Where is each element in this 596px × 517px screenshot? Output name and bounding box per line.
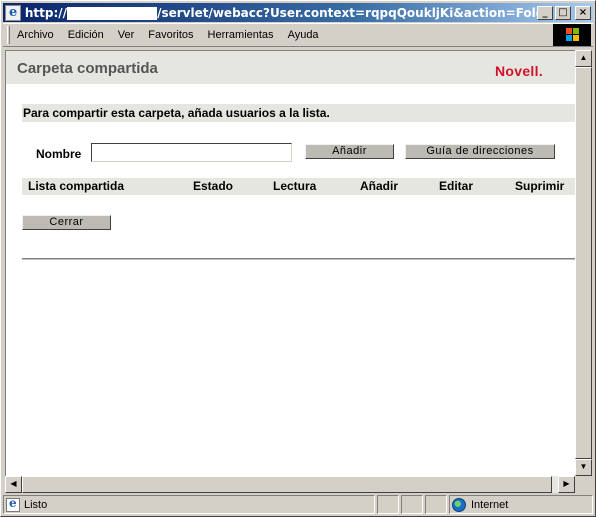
menu-edicion[interactable]: Edición	[61, 29, 111, 41]
page-status-icon	[6, 496, 20, 512]
name-input[interactable]	[91, 143, 292, 162]
minimize-button[interactable]: _	[537, 5, 553, 20]
title-bar[interactable]: http:///servlet/webacc?User.context=rqpq…	[3, 3, 593, 22]
close-button[interactable]: Cerrar	[22, 215, 111, 230]
menu-ver[interactable]: Ver	[111, 29, 142, 41]
horizontal-scrollbar[interactable]: ◀ ▶	[5, 476, 575, 493]
menu-herramientas[interactable]: Herramientas	[201, 29, 281, 41]
column-shared-list: Lista compartida	[28, 179, 125, 193]
menu-bar: Archivo Edición Ver Favoritos Herramient…	[3, 23, 593, 47]
redacted-host	[67, 6, 158, 20]
share-table-header: Lista compartida Estado Lectura Añadir E…	[22, 178, 575, 195]
internet-zone-icon	[452, 497, 466, 512]
maximize-button[interactable]: □	[555, 5, 571, 20]
status-panel-2	[401, 495, 423, 514]
scroll-up-icon[interactable]: ▲	[575, 50, 592, 67]
scroll-left-icon[interactable]: ◀	[5, 476, 22, 493]
windows-logo-icon	[553, 24, 591, 46]
close-window-button[interactable]: ×	[575, 5, 591, 20]
column-add: Añadir	[360, 179, 399, 193]
column-read: Lectura	[273, 179, 317, 193]
menu-favoritos[interactable]: Favoritos	[141, 29, 200, 41]
security-zone-panel: Internet	[449, 495, 593, 514]
zone-text: Internet	[471, 498, 509, 511]
column-delete: Suprimir	[515, 179, 565, 193]
page-header: Carpeta compartida Novell.	[6, 51, 575, 84]
scroll-right-icon[interactable]: ▶	[558, 476, 575, 493]
status-text: Listo	[24, 498, 48, 511]
column-edit: Editar	[439, 179, 474, 193]
vertical-scroll-thumb[interactable]	[575, 67, 592, 459]
scroll-down-icon[interactable]: ▼	[575, 459, 592, 476]
address-book-button[interactable]: Guía de direcciones	[405, 144, 555, 159]
status-text-panel: Listo	[3, 495, 375, 514]
column-status: Estado	[193, 179, 234, 193]
ie-page-icon	[5, 4, 21, 21]
menu-ayuda[interactable]: Ayuda	[281, 29, 326, 41]
scroll-corner	[575, 476, 592, 493]
novell-logo: Novell.	[495, 63, 544, 79]
add-button[interactable]: Añadir	[305, 144, 394, 159]
status-bar: Listo Internet	[3, 495, 593, 514]
horizontal-scroll-thumb[interactable]	[22, 476, 552, 493]
status-panel-3	[425, 495, 447, 514]
instruction-text: Para compartir esta carpeta, añada usuar…	[22, 104, 575, 122]
status-panel-1	[377, 495, 399, 514]
name-label: Nombre	[36, 147, 82, 161]
browser-window: http:///servlet/webacc?User.context=rqpq…	[0, 0, 596, 517]
page-content: Carpeta compartida Novell. Para comparti…	[5, 50, 575, 476]
menu-archivo[interactable]: Archivo	[10, 29, 61, 41]
window-title: http:///servlet/webacc?User.context=rqpq…	[24, 5, 537, 20]
page-title: Carpeta compartida	[17, 60, 158, 77]
divider	[22, 258, 575, 260]
vertical-scrollbar[interactable]: ▲ ▼	[575, 50, 592, 476]
